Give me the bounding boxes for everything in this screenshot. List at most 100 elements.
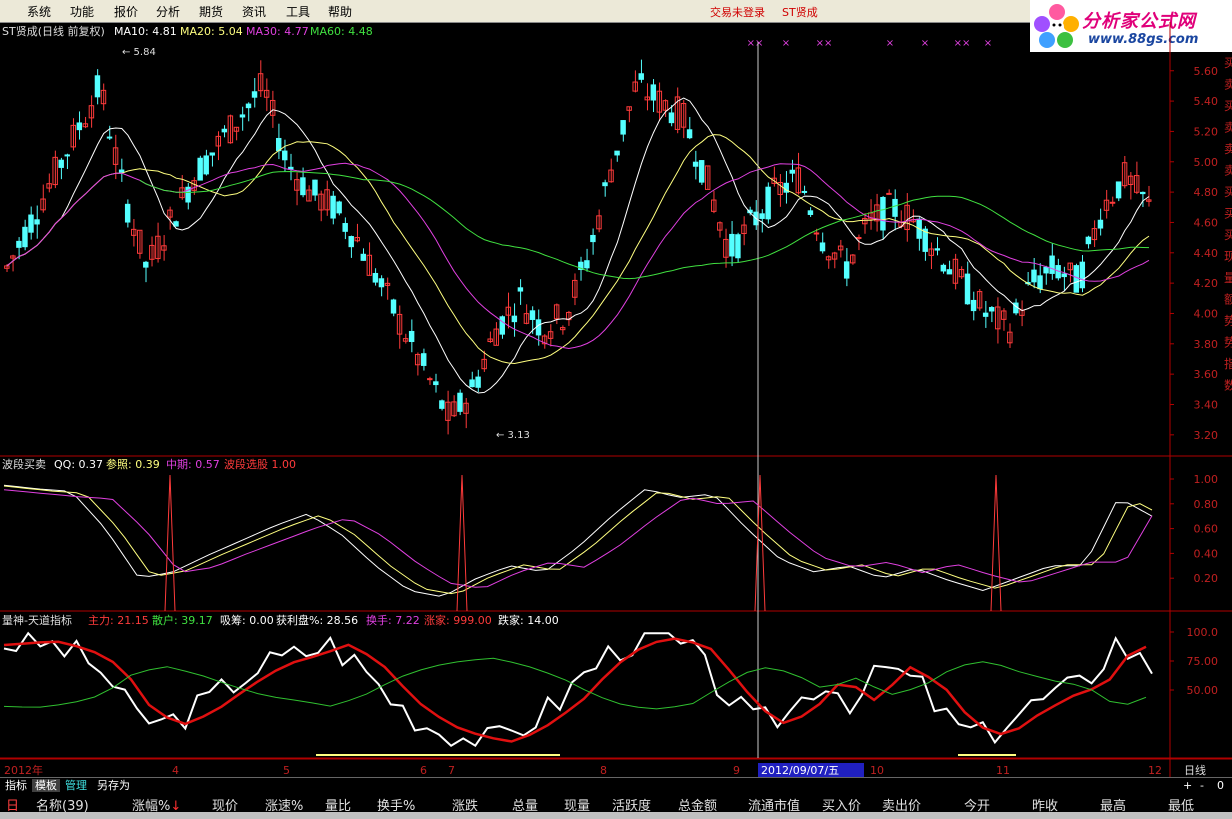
candle-body [209,152,215,156]
menu-item-2[interactable]: 报价 [114,3,138,20]
candle-body [1097,219,1104,229]
candle-body [372,272,379,283]
candle-body [124,203,131,223]
menu-item-6[interactable]: 工具 [286,3,310,20]
volume-title: 量神-天道指标 [2,613,72,627]
candle-body [1037,275,1043,290]
x-axis-label-2: 5 [283,764,290,777]
candle-body [735,234,741,259]
candle-body [34,219,40,225]
price-side-label-3: 卖 [1224,121,1232,135]
sell-marker-2: ×× [816,38,833,49]
candle-body [282,150,288,161]
price-tick-6: 4.40 [1194,247,1219,260]
menu-item-1[interactable]: 功能 [70,3,94,20]
menu-item-0[interactable]: 系统 [27,3,51,20]
x-axis-label-5: 8 [600,764,607,777]
x-axis-label-1: 4 [172,764,179,777]
zoom-control-0[interactable]: + [1180,779,1195,792]
x-axis-label-8: 11 [996,764,1010,777]
indicator-tab-2[interactable]: 管理 [62,779,90,792]
wave-ref-line [3,485,1153,595]
candle-body [251,91,258,98]
candle-body [475,376,481,388]
candle-body [94,75,101,98]
price-side-label-8: 买 [1224,228,1232,242]
candle-body [300,177,306,196]
candle-body [819,242,826,252]
price-side-label-9: 现 [1224,250,1232,264]
login-status: 交易未登录 [710,6,765,19]
price-side-label-6: 买 [1224,185,1232,199]
candle-body [64,154,70,157]
ma30-value: MA30: 4.77 [246,25,309,38]
candle-body [686,129,693,139]
x-axis-label-7: 10 [870,764,884,777]
chart-area[interactable]: 5.60 5.40 5.20 5.00 4.80 4.60 4.40 4.20 4.00 3.80… [0,22,1232,777]
candle-body [668,112,675,124]
menu-item-5[interactable]: 资讯 [242,3,266,20]
volume-item-5: 涨家: 999.00 [424,613,492,627]
sell-marker-3: × [886,38,894,49]
candle-body [58,159,64,168]
price-side-label-14: 指 [1224,356,1232,371]
x-axis-label-3: 6 [420,764,427,777]
volume-tick-2: 50.00 [1187,684,1219,697]
bottom-scroll-strip[interactable] [0,812,1232,819]
price-tick-9: 3.80 [1194,338,1219,351]
volume-tick-1: 75.00 [1187,655,1219,668]
indicator-tab-3[interactable]: 另存为 [94,779,133,792]
price-tick-12: 3.20 [1194,429,1219,442]
wave-tick-3: 0.40 [1194,547,1219,560]
wave-pick-spike-2 [754,474,766,612]
volume-main-line [3,631,1153,748]
candle-body [813,232,820,235]
menu-item-7[interactable]: 帮助 [328,3,352,20]
price-tick-8: 4.00 [1194,307,1219,320]
candle-body [439,400,445,409]
wave-pick: 波段选股 1.00 [224,457,296,471]
candle-body [1115,181,1122,199]
candle-body [807,210,814,215]
price-tick-4: 4.80 [1194,186,1219,199]
wave-tick-0: 1.00 [1194,473,1219,486]
candle-body [1031,269,1037,283]
price-tick-1: 5.40 [1194,95,1219,108]
candle-body [729,233,735,257]
wave-pick-spike-1 [456,474,468,612]
stock-list-header: 日名称(39) 涨幅%↓ 现价 涨速% 量比 换手% 涨跌 总量 现量 活跃度 总金额 流通市值 买入价… [0,792,1232,814]
price-tick-0: 5.60 [1194,65,1219,78]
indicator-tab-0[interactable]: 指标 [2,779,30,792]
cursor-date-label: 2012/09/07/五 [761,764,839,777]
x-axis-label-9: 12 [1148,764,1162,777]
volume-item-2: 吸筹: 0.00 [220,613,274,627]
menu-item-3[interactable]: 分析 [156,3,180,20]
indicator-tab-1[interactable]: 模板 [32,779,60,792]
candle-body [801,190,808,193]
candle-body [106,136,113,139]
candle-body [934,248,941,251]
price-tick-2: 5.20 [1194,125,1219,138]
candle-body [614,150,620,156]
candle-body [946,269,953,275]
candle-body [245,103,252,109]
candle-body [964,273,971,305]
price-side-label-2: 买 [1224,99,1232,113]
candle-body [698,160,705,183]
candle-body [76,122,83,131]
menu-item-4[interactable]: 期货 [199,3,223,20]
indicator-tabs: 指标 模板 管理 另存为 + -0 [0,777,1232,793]
price-side-label-1: 卖 [1224,78,1232,92]
price-side-label-11: 额 [1224,293,1232,307]
candle-body [638,73,644,80]
candle-body [275,137,282,152]
ma60-value: MA60: 4.48 [310,25,373,38]
zoom-control-2[interactable]: 0 [1214,779,1227,792]
stock-name-status: ST贤成 [782,6,818,19]
candle-body [843,261,850,279]
zoom-control-1[interactable]: - [1197,779,1207,792]
candle-body [1079,261,1086,289]
candle-body [892,198,898,217]
candle-body [856,237,862,240]
candle-body [348,236,354,248]
